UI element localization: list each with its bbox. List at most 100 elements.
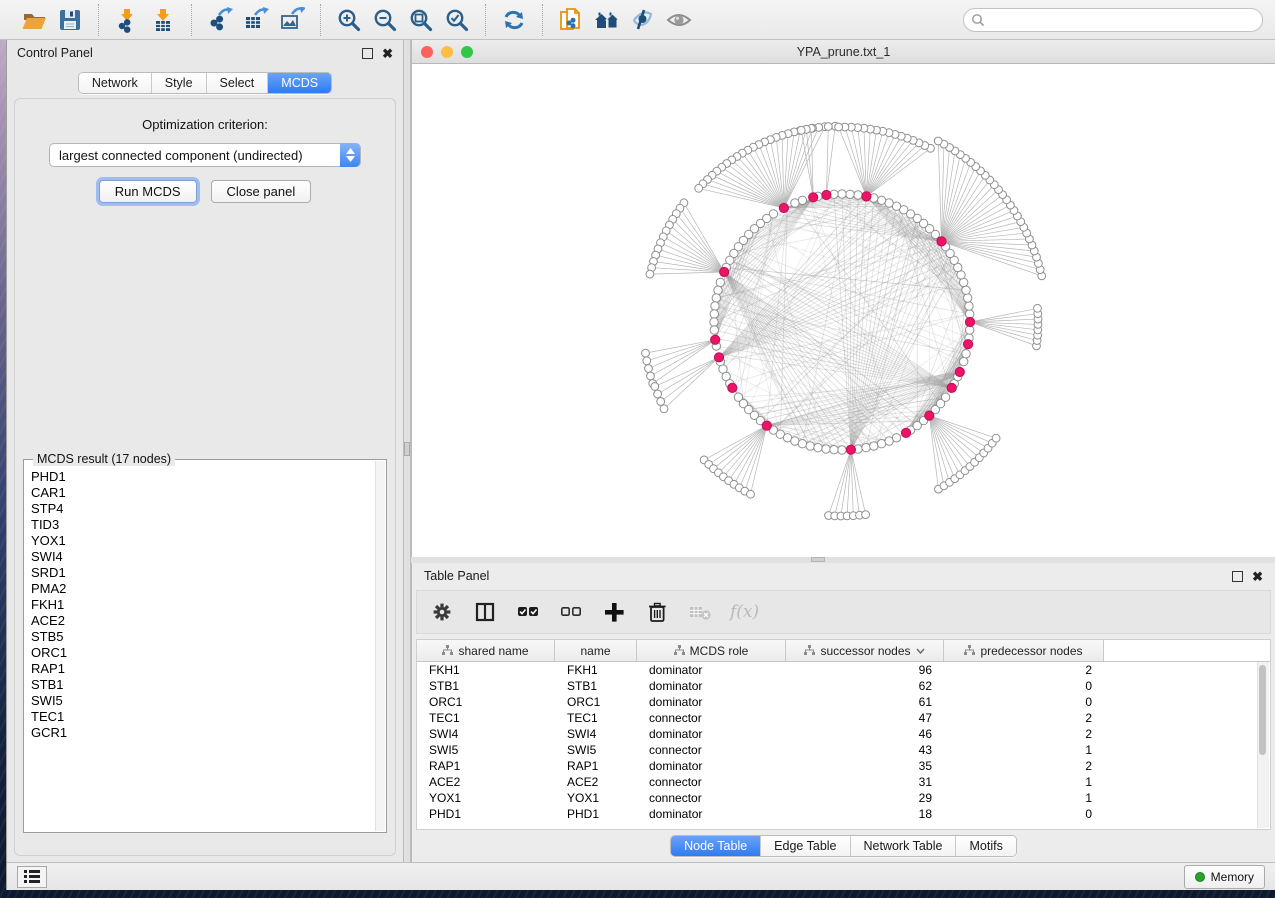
table-row[interactable]: SWI4SWI4dominator462 [417, 726, 1270, 742]
zoom-fit-button[interactable] [403, 5, 439, 35]
zoom-selected-button[interactable] [439, 5, 475, 35]
mcds-node-item[interactable]: ACE2 [31, 613, 386, 629]
dominator-node[interactable] [762, 421, 771, 430]
tab-motifs[interactable]: Motifs [956, 836, 1015, 856]
memory-button[interactable]: Memory [1184, 865, 1265, 889]
mcds-node-item[interactable]: ORC1 [31, 645, 386, 661]
zoom-out-button[interactable] [367, 5, 403, 35]
vertical-splitter[interactable] [403, 40, 411, 862]
mcds-node-item[interactable]: PHD1 [31, 469, 386, 485]
search-input[interactable] [963, 8, 1263, 32]
column-header-predecessor-nodes[interactable]: predecessor nodes [944, 640, 1104, 661]
dominator-node[interactable] [720, 267, 729, 276]
close-panel-button[interactable]: ✖ [382, 49, 393, 58]
dominator-node[interactable] [728, 383, 737, 392]
mcds-node-item[interactable]: RAP1 [31, 661, 386, 677]
tab-network-table[interactable]: Network Table [851, 836, 957, 856]
deselect-all-boxes-button[interactable] [558, 599, 584, 625]
cell-shared-name: SWI5 [417, 743, 555, 757]
mcds-node-item[interactable]: YOX1 [31, 533, 386, 549]
mcds-node-item[interactable]: TEC1 [31, 709, 386, 725]
export-image-button[interactable] [274, 5, 310, 35]
tab-network[interactable]: Network [79, 73, 152, 93]
task-history-button[interactable] [17, 866, 47, 888]
mcds-node-item[interactable]: TID3 [31, 517, 386, 533]
show-details-eye-button[interactable] [661, 5, 697, 35]
tab-edge-table[interactable]: Edge Table [761, 836, 850, 856]
mcds-node-item[interactable]: SWI5 [31, 693, 386, 709]
tab-node-table[interactable]: Node Table [671, 836, 761, 856]
dominator-node[interactable] [937, 237, 946, 246]
home-gallery-button[interactable] [589, 5, 625, 35]
dominator-node[interactable] [779, 203, 788, 212]
dominator-node[interactable] [964, 340, 973, 349]
tab-style[interactable]: Style [152, 73, 207, 93]
memory-label: Memory [1211, 870, 1254, 884]
mcds-node-item[interactable]: SWI4 [31, 549, 386, 565]
table-row[interactable]: STB1STB1dominator620 [417, 678, 1270, 694]
run-mcds-button[interactable]: Run MCDS [99, 180, 197, 203]
cell-MCDS-role: connector [637, 743, 786, 757]
export-network-button[interactable] [202, 5, 238, 35]
table-scrollbar-thumb[interactable] [1259, 665, 1266, 755]
table-row[interactable]: ORC1ORC1dominator610 [417, 694, 1270, 710]
column-header-successor-nodes[interactable]: successor nodes [786, 640, 944, 661]
table-row[interactable]: ACE2ACE2connector311 [417, 774, 1270, 790]
close-table-panel-button[interactable]: ✖ [1252, 572, 1263, 581]
settings-gear-button[interactable] [429, 599, 455, 625]
dominator-node[interactable] [846, 445, 855, 454]
column-header-shared-name[interactable]: shared name [417, 640, 555, 661]
mcds-node-item[interactable]: SRD1 [31, 565, 386, 581]
network-document-button[interactable] [553, 5, 589, 35]
dominator-node[interactable] [947, 383, 956, 392]
dominator-node[interactable] [711, 335, 720, 344]
mcds-list-scrollbar[interactable] [375, 461, 385, 831]
mcds-node-item[interactable]: GCR1 [31, 725, 386, 741]
dominator-node[interactable] [809, 193, 818, 202]
refresh-layout-button[interactable] [496, 5, 532, 35]
splitter-handle[interactable] [404, 442, 410, 456]
mcds-node-item[interactable]: FKH1 [31, 597, 386, 613]
table-row[interactable]: PHD1PHD1dominator180 [417, 806, 1270, 822]
mcds-node-item[interactable]: STB5 [31, 629, 386, 645]
dominator-node[interactable] [901, 428, 910, 437]
split-columns-button[interactable] [472, 599, 498, 625]
table-row[interactable]: FKH1FKH1dominator962 [417, 662, 1270, 678]
mcds-node-item[interactable]: STB1 [31, 677, 386, 693]
add-column-button[interactable] [601, 599, 627, 625]
close-panel-button-mcds[interactable]: Close panel [211, 180, 312, 203]
export-table-button[interactable] [238, 5, 274, 35]
float-panel-button[interactable] [362, 48, 373, 59]
column-header-MCDS-role[interactable]: MCDS role [637, 640, 786, 661]
mcds-node-item[interactable]: STP4 [31, 501, 386, 517]
zoom-in-button[interactable] [331, 5, 367, 35]
dominator-node[interactable] [925, 411, 934, 420]
import-network-button[interactable] [109, 5, 145, 35]
tab-mcds[interactable]: MCDS [268, 73, 331, 93]
tab-select[interactable]: Select [207, 73, 269, 93]
dominator-node[interactable] [955, 367, 964, 376]
save-session-button[interactable] [52, 5, 88, 35]
table-scrollbar[interactable] [1257, 662, 1269, 828]
delete-column-button[interactable] [644, 599, 670, 625]
import-table-button[interactable] [145, 5, 181, 35]
dominator-node[interactable] [965, 317, 974, 326]
table-row[interactable]: SWI5SWI5connector431 [417, 742, 1270, 758]
mcds-node-item[interactable]: PMA2 [31, 581, 386, 597]
splitter-handle-h[interactable] [811, 557, 825, 562]
network-canvas[interactable] [412, 64, 1275, 557]
dominator-node[interactable] [714, 353, 723, 362]
open-file-button[interactable] [16, 5, 52, 35]
dominator-node[interactable] [862, 192, 871, 201]
mcds-node-item[interactable]: CAR1 [31, 485, 386, 501]
table-row[interactable]: YOX1YOX1connector291 [417, 790, 1270, 806]
float-table-panel-button[interactable] [1232, 571, 1243, 582]
table-row[interactable]: TEC1TEC1connector472 [417, 710, 1270, 726]
column-header-name[interactable]: name [555, 640, 637, 661]
criterion-select[interactable]: largest connected component (undirected) [49, 143, 361, 167]
table-row[interactable]: RAP1RAP1dominator352 [417, 758, 1270, 774]
hide-details-eye-button[interactable] [625, 5, 661, 35]
dominator-node[interactable] [822, 190, 831, 199]
horizontal-splitter[interactable] [411, 557, 1275, 563]
select-all-checks-button[interactable] [515, 599, 541, 625]
